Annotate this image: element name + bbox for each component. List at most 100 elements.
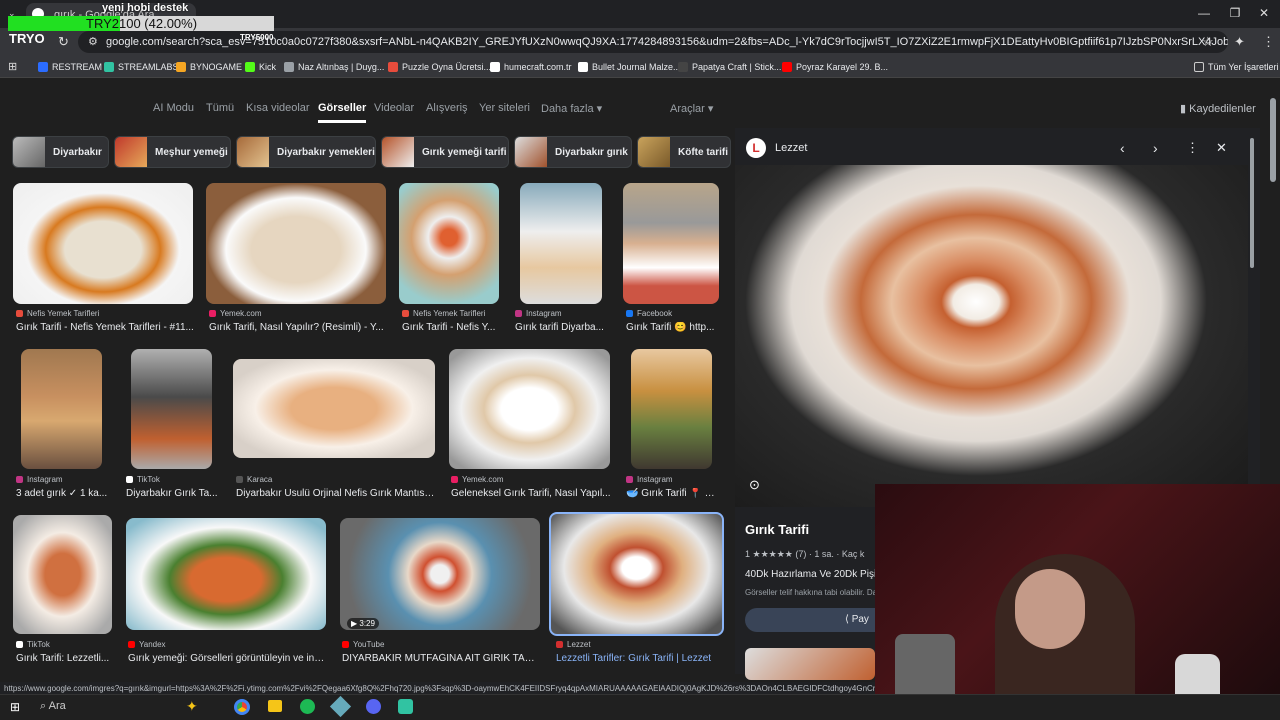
result-source: YouTube — [342, 640, 384, 649]
bookmark-papatya[interactable]: Papatya Craft | Stick... — [678, 60, 781, 74]
result-caption[interactable]: Lezzetli Tarifler: Gırık Tarifi | Lezzet — [556, 653, 722, 664]
panel-site[interactable]: Lezzet — [775, 142, 807, 154]
bookmark-bullet[interactable]: Bullet Journal Malze... — [578, 60, 681, 74]
result-image[interactable] — [399, 183, 499, 304]
result-image[interactable] — [126, 518, 326, 630]
share-button[interactable]: ⟨ Pay — [745, 608, 875, 632]
all-bookmarks[interactable]: Tüm Yer İşaretleri — [1194, 60, 1279, 74]
taskbar-search[interactable]: ⌕ Ara — [40, 700, 66, 713]
windows-start-icon[interactable]: ⊞ — [10, 700, 20, 714]
result-source: Yemek.com — [209, 309, 262, 318]
result-source: TikTok — [16, 640, 50, 649]
apps-grid-icon[interactable]: ⊞ — [8, 60, 17, 73]
close-panel-icon[interactable]: ✕ — [1216, 140, 1227, 156]
result-source: Lezzet — [556, 640, 591, 649]
result-caption[interactable]: Gırık Tarifi: Lezzetli... — [16, 653, 112, 664]
result-caption[interactable]: Diyarbakır Usulü Orjinal Nefis Gırık Man… — [236, 488, 436, 499]
saved-link[interactable]: ▮ Kaydedilenler — [1180, 102, 1256, 115]
tab-short-videos[interactable]: Kısa videolar — [246, 102, 310, 114]
result-image[interactable] — [631, 349, 712, 469]
discord-icon[interactable] — [366, 699, 381, 714]
result-image[interactable] — [131, 349, 212, 469]
result-caption[interactable]: Diyarbakır Gırık Ta... — [126, 488, 218, 499]
result-caption[interactable]: 3 adet gırık ✓ 1 ka... — [16, 488, 108, 499]
spotify-icon[interactable] — [300, 699, 315, 714]
chip-diyarbakir-girik[interactable]: Diyarbakır gırık — [514, 136, 632, 168]
lezzet-logo-icon: L — [746, 138, 766, 158]
reload-icon[interactable]: ↻ — [58, 34, 69, 50]
tab-shopping[interactable]: Alışveriş — [426, 102, 468, 114]
result-source: TikTok — [126, 475, 160, 484]
result-caption[interactable]: DİYARBAKIR MUTFAĞINA AİT GIRIK TARİ... — [342, 653, 538, 664]
bookmark-bynogame[interactable]: BYNOGAME — [176, 60, 242, 74]
result-caption[interactable]: Geleneksel Gırık Tarifi, Nasıl Yapıl... — [451, 488, 611, 499]
more-options-icon[interactable]: ⋮ — [1186, 140, 1199, 156]
bookmark-kick[interactable]: Kick — [245, 60, 276, 74]
bookmark-streamlabs[interactable]: STREAMLABS — [104, 60, 179, 74]
close-window-icon[interactable]: ✕ — [1256, 6, 1272, 22]
goal-target: TRY5000 — [240, 33, 274, 42]
chip-meshur[interactable]: Meşhur yemeği — [114, 136, 231, 168]
result-image[interactable] — [233, 359, 435, 458]
result-source: Instagram — [16, 475, 63, 484]
streamlabs-icon[interactable] — [398, 699, 413, 714]
tab-more[interactable]: Daha fazla ▾ — [541, 102, 602, 115]
lens-icon[interactable]: ⊙ — [749, 477, 760, 493]
result-caption[interactable]: 🥣 Gırık Tarifi 📍 Di... — [626, 488, 718, 499]
next-icon[interactable]: › — [1153, 140, 1158, 156]
tab-images[interactable]: Görseller — [318, 102, 367, 123]
chip-kofte[interactable]: Köfte tarifi — [637, 136, 731, 168]
preview-image[interactable] — [735, 165, 1248, 507]
bookmark-poyraz[interactable]: Poyraz Karayel 29. B... — [782, 60, 888, 74]
result-image-selected[interactable] — [549, 512, 724, 636]
result-source: Yemek.com — [451, 475, 504, 484]
result-caption[interactable]: Gırık Tarifi - Nefis Yemek Tarifleri - #… — [16, 322, 194, 333]
result-image[interactable] — [21, 349, 102, 469]
chip-diyarbakir[interactable]: Diyarbakır — [12, 136, 109, 168]
result-image[interactable] — [206, 183, 386, 304]
prev-icon[interactable]: ‹ — [1120, 140, 1125, 156]
related-image[interactable] — [745, 648, 875, 680]
result-caption[interactable]: Gırık Tarifi - Nefis Y... — [402, 322, 500, 333]
tab-videos[interactable]: Videolar — [374, 102, 414, 114]
result-image[interactable] — [13, 515, 112, 634]
result-image[interactable] — [449, 349, 610, 469]
panel-scrollbar[interactable] — [1250, 138, 1254, 268]
result-source: Karaca — [236, 475, 272, 484]
result-image[interactable] — [520, 183, 602, 304]
bookmark-naz[interactable]: Naz Altınbaş | Duyg... — [284, 60, 384, 74]
result-caption[interactable]: Gırık tarifi Diyarba... — [515, 322, 607, 333]
restore-icon[interactable]: ❐ — [1227, 6, 1243, 22]
panel-copyright: Görseller telif hakkına tabi olabilir. D… — [745, 588, 875, 597]
bookmark-puzzle[interactable]: Puzzle Oyna Ücretsi... — [388, 60, 491, 74]
result-caption[interactable]: Gırık yemeği: Görselleri görüntüleyin ve… — [128, 653, 326, 664]
file-explorer-icon[interactable] — [268, 700, 282, 712]
site-info-icon[interactable]: ⚙ — [88, 35, 98, 48]
result-source: Yandex — [128, 640, 166, 649]
bookmark-star-icon[interactable]: ☆ — [1202, 34, 1214, 50]
result-caption[interactable]: Gırık Tarifi, Nasıl Yapılır? (Resimli) -… — [209, 322, 387, 333]
bookmark-restream[interactable]: RESTREAM — [38, 60, 102, 74]
chrome-taskbar-icon[interactable] — [234, 699, 250, 715]
tab-websites[interactable]: Yer siteleri — [479, 102, 530, 114]
logo: TRYO — [9, 31, 45, 46]
panel-title[interactable]: Gırık Tarifi — [745, 522, 809, 537]
streamer-face — [1015, 569, 1085, 649]
result-image[interactable] — [340, 518, 540, 630]
scrollbar[interactable] — [1270, 98, 1276, 182]
chip-diyarbakir-yemekleri[interactable]: Diyarbakır yemekleri — [236, 136, 376, 168]
menu-icon[interactable]: ⋮ — [1262, 34, 1275, 50]
chip-girik-yemegi[interactable]: Gırık yemeği tarifi — [381, 136, 509, 168]
result-caption[interactable]: Gırık Tarifi 😊 http... — [626, 322, 718, 333]
bookmark-humecraft[interactable]: humecraft.com.tr — [490, 60, 572, 74]
video-duration: ▶ 3:29 — [347, 618, 379, 629]
result-image[interactable] — [13, 183, 193, 304]
tab-all[interactable]: Tümü — [206, 102, 234, 114]
tab-tools[interactable]: Araçlar ▾ — [670, 102, 713, 115]
copilot-icon[interactable]: ✦ — [186, 698, 198, 715]
result-source: Nefis Yemek Tarifleri — [16, 309, 99, 318]
extension-icon[interactable]: ✦ — [1234, 34, 1245, 50]
tab-ai-mode[interactable]: AI Modu — [153, 102, 194, 114]
result-image[interactable] — [623, 183, 719, 304]
minimize-icon[interactable]: — — [1196, 6, 1212, 22]
